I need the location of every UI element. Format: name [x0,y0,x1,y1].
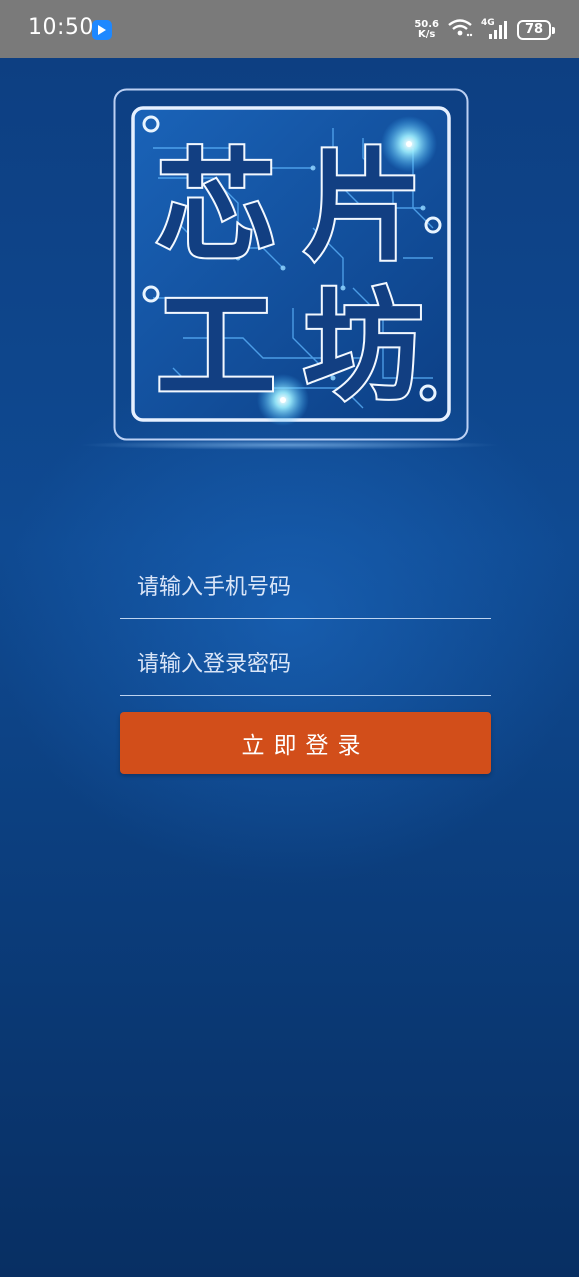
notification-app-icon [92,20,112,40]
login-button[interactable]: 立即登录 [120,712,491,774]
logo-glow-divider [0,438,579,452]
phone-field [120,556,491,619]
status-indicators: 50.6 K/s 4G 78 [414,17,555,43]
logo-char-2: 片 [303,138,423,277]
network-speed-unit: K/s [417,29,436,40]
logo-char-1: 芯 [156,138,276,277]
logo-char-3: 工 [156,278,276,417]
status-bar: 10:50 50.6 K/s 4G 78 [0,0,579,58]
login-screen: 芯 片 工 坊 立即登录 [0,58,579,1277]
network-speed: 50.6 K/s [414,20,439,40]
password-input[interactable] [120,633,491,695]
logo-graphic: 芯 片 工 坊 [113,88,469,441]
password-field [120,633,491,696]
app-logo: 芯 片 工 坊 [113,88,469,441]
logo-char-4: 坊 [303,278,423,417]
cell-signal-icon: 4G [481,19,509,41]
wifi-icon [447,18,473,42]
phone-input[interactable] [120,556,491,618]
battery-indicator: 78 [517,20,555,40]
status-time: 10:50 [28,15,94,40]
